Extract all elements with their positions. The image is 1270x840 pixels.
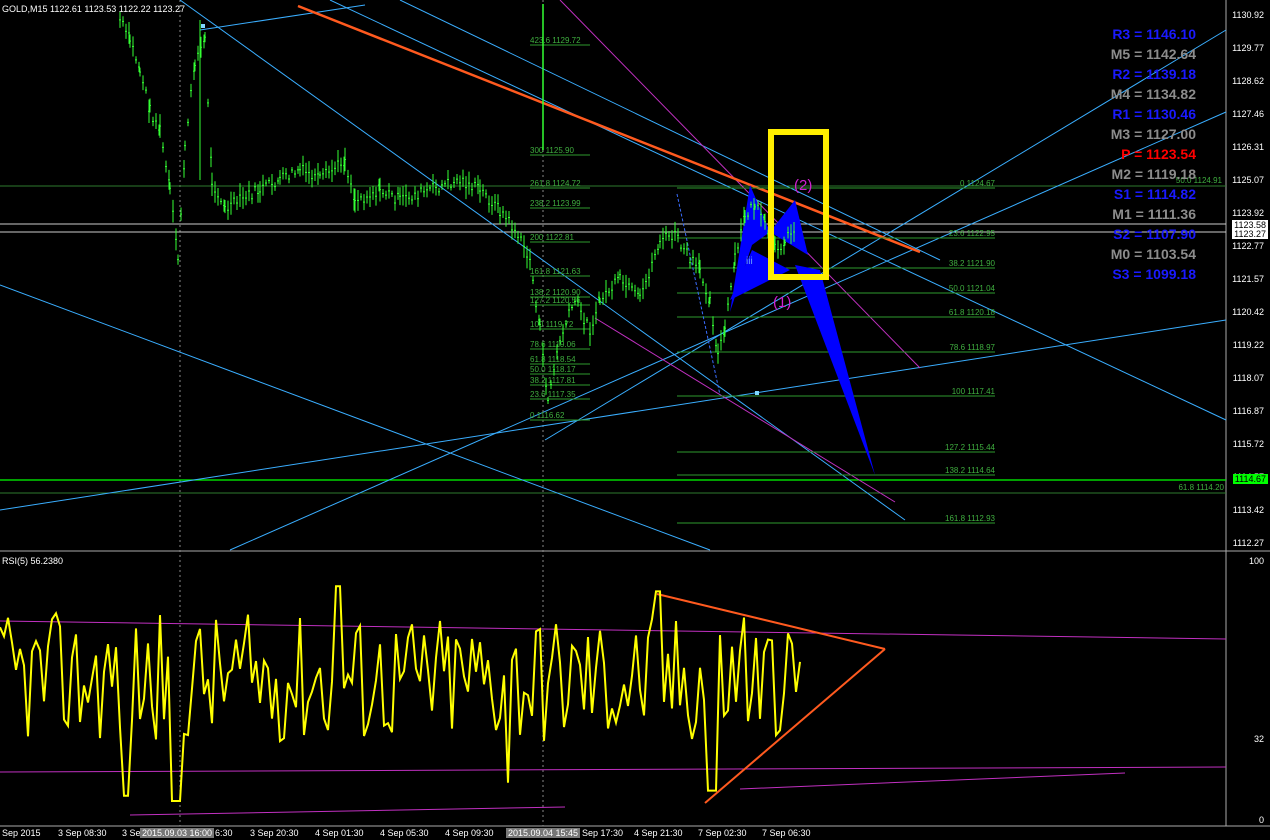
time-tick: Sep 17:30: [582, 828, 624, 838]
price-tick: 1112.27: [1232, 538, 1264, 548]
price-tick: 1120.42: [1232, 307, 1264, 317]
time-tick: 4 Sep 01:30: [315, 828, 364, 838]
price-tick: 1122.77: [1232, 241, 1264, 251]
time-tick: 3 Se: [122, 828, 141, 838]
fib-label: 100 1117.41: [952, 387, 996, 396]
fib-label: 127.2 1115.44: [945, 443, 996, 452]
fib-label: 78.6 1118.97: [949, 343, 995, 352]
fib-label: 23.6 1117.35: [530, 390, 576, 399]
guide-line: [559, 0, 921, 369]
price-tick: 1123.92: [1232, 208, 1264, 218]
fib-label: 161.8 1121.63: [530, 267, 581, 276]
rsi-upper-line: [0, 620, 1227, 640]
time-tick: 7 Sep 06:30: [762, 828, 811, 838]
price-tick: 1127.46: [1232, 109, 1264, 119]
pivot-level: M0 = 1103.54: [1110, 246, 1196, 262]
price-tick: 1130.92: [1232, 10, 1264, 20]
pivot-level: M2 = 1119.18: [1111, 166, 1196, 182]
channel-line: [0, 319, 1227, 511]
fib-label: 300 1125.90: [530, 146, 574, 155]
time-tick: Sep 2015: [2, 828, 41, 838]
rsi-tick: 0: [1258, 815, 1264, 825]
channel-line: [229, 111, 1227, 551]
time-tick: 2015.09.04 15:45: [506, 828, 581, 838]
price-tick: 1115.72: [1232, 439, 1264, 449]
guide-line: [594, 317, 896, 503]
fib-label: 0 1116.62: [530, 411, 565, 420]
price-tick: 1116.87: [1232, 406, 1264, 416]
pivot-level: M1 = 1111.36: [1112, 206, 1196, 222]
price-tick: 1128.62: [1232, 76, 1264, 86]
pivot-level: S2 = 1107.90: [1113, 226, 1196, 242]
fib-label: 61.8 1118.54: [530, 355, 576, 364]
channel-line: [199, 4, 366, 31]
fib-label: 161.8 1112.93: [945, 514, 996, 523]
fib-label: 138.2 1114.64: [945, 466, 996, 475]
pivot-level: R2 = 1139.18: [1112, 66, 1196, 82]
pivot-level: R3 = 1146.10: [1112, 26, 1196, 42]
time-tick: 3 Sep 08:30: [58, 828, 107, 838]
channel-line: [399, 0, 941, 261]
fib-label: 38.2 1117.81: [530, 376, 576, 385]
price-tick: 1121.57: [1232, 274, 1264, 284]
time-tick: 6:30: [215, 828, 233, 838]
fib-label: 50.0 1121.04: [949, 284, 996, 293]
price-marker: 1123.27: [1232, 229, 1268, 239]
anchor-point: [201, 24, 205, 28]
pivot-level: S3 = 1099.18: [1112, 266, 1196, 282]
pivot-level: M4 = 1134.82: [1110, 86, 1196, 102]
fib-label: 261.8 1124.72: [530, 179, 581, 188]
rsi-tick: 32: [1253, 734, 1264, 744]
price-tick: 1113.42: [1232, 505, 1264, 515]
pivot-level: M3 = 1127.00: [1110, 126, 1196, 142]
anchor-point: [755, 391, 759, 395]
fib-label: 127.2 1120.56: [530, 296, 581, 305]
channel-line: [329, 0, 1227, 421]
price-marker: 1114.67: [1232, 474, 1268, 484]
pattern-shape: [795, 265, 875, 475]
fib-label: 0 1124.67: [960, 179, 996, 188]
time-tick: 3 Sep 20:30: [250, 828, 299, 838]
rsi-guide: [129, 806, 566, 816]
pivot-level: M5 = 1142.64: [1110, 46, 1196, 62]
price-tick: 1125.07: [1232, 175, 1264, 185]
price-tick: 1118.07: [1232, 373, 1264, 383]
time-tick: 2015.09.03 16:00: [140, 828, 215, 838]
wave-label-2: (2): [794, 177, 812, 194]
time-tick: 4 Sep 05:30: [380, 828, 429, 838]
rsi-lower-line: [0, 766, 1227, 773]
rsi-guide: [739, 772, 1126, 790]
channel-line: [0, 284, 711, 551]
chart-canvas[interactable]: 0 1124.67 23.6 1122.95 38.2 1121.90 50.0 11…: [0, 0, 1270, 840]
pivot-level: P = 1123.54: [1121, 146, 1196, 162]
fib-label: 61.8 1120.18: [949, 308, 996, 317]
fib-label: 238.2 1123.99: [530, 199, 581, 208]
fib-label: 200 1122.81: [530, 233, 574, 242]
chart-title: GOLD,M15 1122.61 1123.53 1122.22 1123.27: [2, 4, 185, 14]
pivot-level: R1 = 1130.46: [1112, 106, 1196, 122]
pattern-shape: [770, 200, 808, 255]
wave-label-1: (1): [773, 294, 791, 311]
time-tick: 4 Sep 09:30: [445, 828, 494, 838]
time-tick: 4 Sep 21:30: [634, 828, 683, 838]
fib-label: 423.6 1129.72: [530, 36, 581, 45]
fib-label: 38.2 1121.90: [949, 259, 996, 268]
price-tick: 1119.22: [1232, 340, 1264, 350]
time-tick: 7 Sep 02:30: [698, 828, 747, 838]
wave-label-iii: iii: [746, 256, 753, 267]
rsi-title: RSI(5) 56.2380: [2, 556, 64, 566]
fib-label: 61.8 1114.20: [1178, 483, 1224, 492]
fib-label: 78.6 1119.06: [530, 340, 576, 349]
pivot-level: S1 = 1114.82: [1113, 186, 1196, 202]
price-tick: 1126.31: [1232, 142, 1264, 152]
price-tick: 1129.77: [1232, 43, 1264, 53]
fib-label: 100 1119.72: [530, 320, 574, 329]
fib-label: 23.6 1122.95: [949, 229, 996, 238]
rsi-tick: 100: [1248, 556, 1264, 566]
